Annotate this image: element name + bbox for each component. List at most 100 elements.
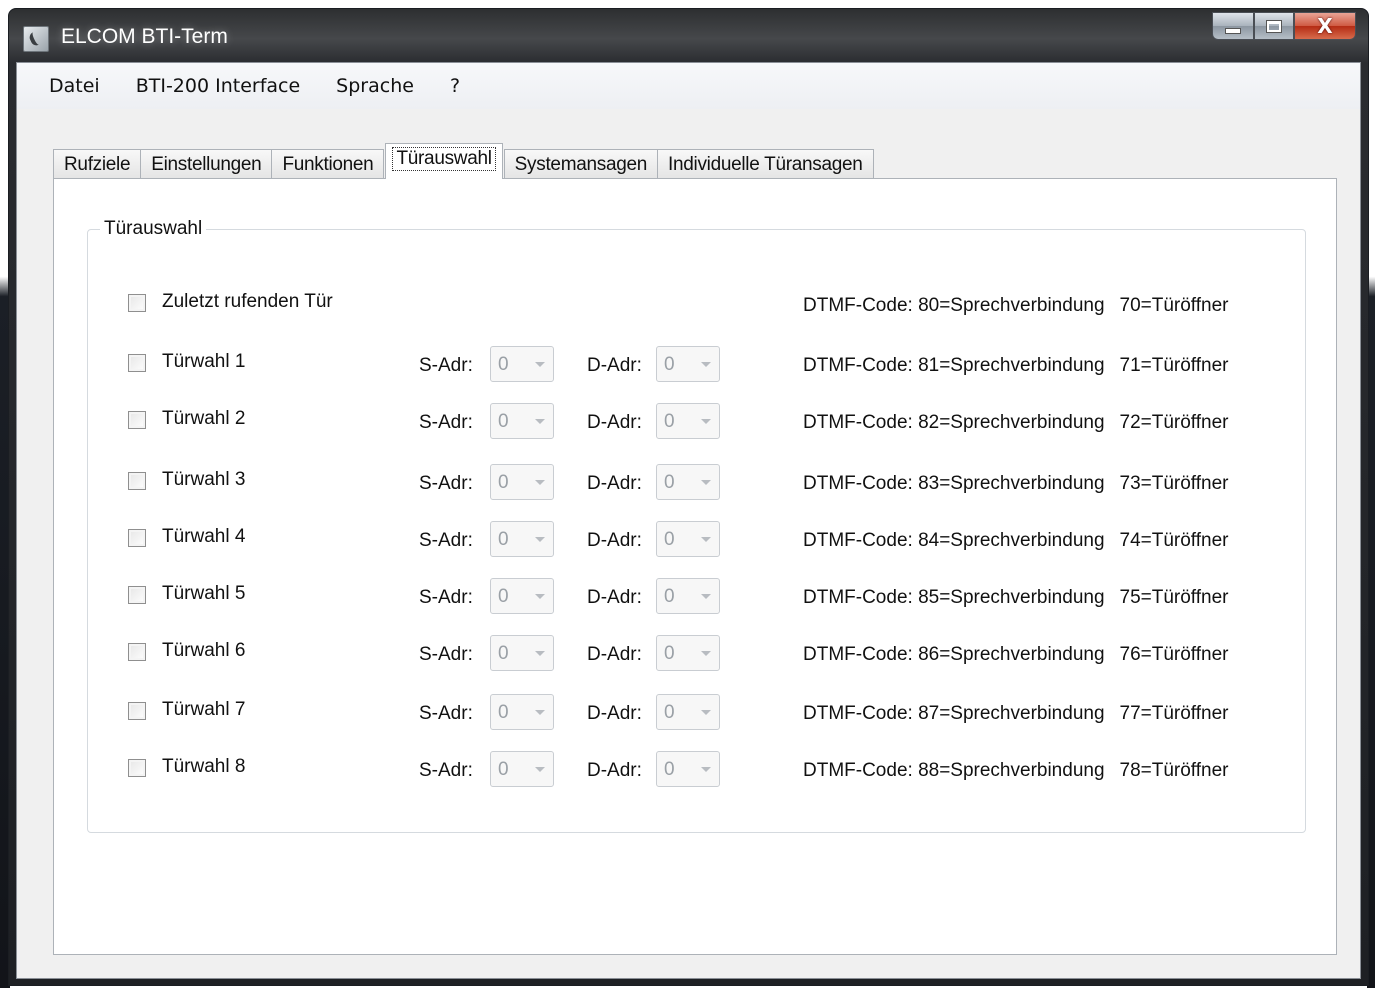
d-adr-value: 0 bbox=[664, 759, 675, 780]
chevron-down-icon bbox=[701, 419, 711, 424]
menu-sprache[interactable]: Sprache bbox=[316, 75, 430, 97]
window-controls: X bbox=[1212, 12, 1356, 40]
s-adr-label: S-Adr: bbox=[419, 530, 473, 551]
tab-panel-tuerauswahl: Türauswahl Zuletzt rufenden Tür DTMF-Cod… bbox=[53, 178, 1337, 955]
s-adr-combobox[interactable]: 0 bbox=[490, 751, 554, 787]
s-adr-combobox[interactable]: 0 bbox=[490, 346, 554, 382]
dtmf-open-code: 70=Türöffner bbox=[1119, 295, 1229, 316]
d-adr-label: D-Adr: bbox=[587, 412, 642, 433]
tab-systemansagen[interactable]: Systemansagen bbox=[503, 149, 659, 179]
d-adr-label: D-Adr: bbox=[587, 587, 642, 608]
chevron-down-icon bbox=[535, 710, 545, 715]
dtmf-info: DTMF-Code: 87=Sprechverbindung 77=Türöffn… bbox=[803, 703, 1229, 725]
dtmf-open-code: 77=Türöffner bbox=[1119, 703, 1229, 724]
d-adr-combobox[interactable]: 0 bbox=[656, 635, 720, 671]
door-label[interactable]: Türwahl 5 bbox=[162, 583, 245, 605]
menu-bar: Datei BTI-200 Interface Sprache ? bbox=[17, 63, 1360, 109]
chevron-down-icon bbox=[535, 419, 545, 424]
phone-app-icon[interactable] bbox=[23, 26, 49, 52]
door-label[interactable]: Türwahl 4 bbox=[162, 526, 245, 548]
s-adr-value: 0 bbox=[498, 472, 509, 493]
d-adr-label: D-Adr: bbox=[587, 530, 642, 551]
dtmf-open-code: 72=Türöffner bbox=[1119, 412, 1229, 433]
door-select-row: Türwahl 4 S-Adr: 0 D-Adr: 0 DTMF-Code: 84=Spr… bbox=[88, 521, 1305, 557]
s-adr-label: S-Adr: bbox=[419, 355, 473, 376]
d-adr-value: 0 bbox=[664, 586, 675, 607]
tab-strip: Rufziele Einstellungen Funktionen Türaus… bbox=[53, 143, 874, 179]
door-checkbox[interactable] bbox=[128, 354, 146, 372]
s-adr-value: 0 bbox=[498, 586, 509, 607]
dtmf-info: DTMF-Code: 85=Sprechverbindung 75=Türöffn… bbox=[803, 587, 1229, 609]
s-adr-value: 0 bbox=[498, 354, 509, 375]
dtmf-info: DTMF-Code: 80=Sprechverbindung 70=Türöffn… bbox=[803, 295, 1229, 317]
last-caller-label[interactable]: Zuletzt rufenden Tür bbox=[162, 291, 333, 313]
s-adr-combobox[interactable]: 0 bbox=[490, 635, 554, 671]
door-label[interactable]: Türwahl 6 bbox=[162, 640, 245, 662]
door-label[interactable]: Türwahl 1 bbox=[162, 351, 245, 373]
tab-rufziele[interactable]: Rufziele bbox=[53, 149, 142, 179]
door-checkbox[interactable] bbox=[128, 759, 146, 777]
door-checkbox[interactable] bbox=[128, 472, 146, 490]
door-label[interactable]: Türwahl 7 bbox=[162, 699, 245, 721]
door-checkbox[interactable] bbox=[128, 529, 146, 547]
menu-help[interactable]: ? bbox=[430, 75, 476, 97]
dtmf-talk-code: DTMF-Code: 87=Sprechverbindung bbox=[803, 703, 1105, 724]
d-adr-value: 0 bbox=[664, 702, 675, 723]
door-select-row: Türwahl 5 S-Adr: 0 D-Adr: 0 DTMF-Code: 85=Spr… bbox=[88, 578, 1305, 614]
s-adr-label: S-Adr: bbox=[419, 760, 473, 781]
s-adr-value: 0 bbox=[498, 643, 509, 664]
d-adr-combobox[interactable]: 0 bbox=[656, 578, 720, 614]
door-checkbox[interactable] bbox=[128, 702, 146, 720]
menu-bti-200-interface[interactable]: BTI-200 Interface bbox=[116, 75, 316, 97]
d-adr-value: 0 bbox=[664, 529, 675, 550]
d-adr-combobox[interactable]: 0 bbox=[656, 521, 720, 557]
dtmf-open-code: 78=Türöffner bbox=[1119, 760, 1229, 781]
tab-einstellungen[interactable]: Einstellungen bbox=[140, 149, 273, 179]
d-adr-combobox[interactable]: 0 bbox=[656, 346, 720, 382]
dtmf-talk-code: DTMF-Code: 85=Sprechverbindung bbox=[803, 587, 1105, 608]
last-caller-checkbox[interactable] bbox=[128, 294, 146, 312]
s-adr-label: S-Adr: bbox=[419, 703, 473, 724]
s-adr-combobox[interactable]: 0 bbox=[490, 464, 554, 500]
d-adr-label: D-Adr: bbox=[587, 473, 642, 494]
s-adr-label: S-Adr: bbox=[419, 473, 473, 494]
tab-tuerauswahl[interactable]: Türauswahl bbox=[385, 143, 503, 179]
d-adr-combobox[interactable]: 0 bbox=[656, 403, 720, 439]
minimize-icon bbox=[1225, 28, 1241, 34]
door-select-row: Türwahl 8 S-Adr: 0 D-Adr: 0 DTMF-Code: 88=Spr… bbox=[88, 751, 1305, 787]
door-label[interactable]: Türwahl 3 bbox=[162, 469, 245, 491]
s-adr-combobox[interactable]: 0 bbox=[490, 521, 554, 557]
chevron-down-icon bbox=[701, 480, 711, 485]
last-caller-row: Zuletzt rufenden Tür DTMF-Code: 80=Sprec… bbox=[88, 291, 1305, 321]
d-adr-value: 0 bbox=[664, 411, 675, 432]
d-adr-value: 0 bbox=[664, 354, 675, 375]
chevron-down-icon bbox=[535, 537, 545, 542]
d-adr-combobox[interactable]: 0 bbox=[656, 751, 720, 787]
title-bar[interactable]: ELCOM BTI-Term X bbox=[9, 9, 1368, 61]
d-adr-combobox[interactable]: 0 bbox=[656, 694, 720, 730]
d-adr-combobox[interactable]: 0 bbox=[656, 464, 720, 500]
s-adr-combobox[interactable]: 0 bbox=[490, 403, 554, 439]
dtmf-talk-code: DTMF-Code: 81=Sprechverbindung bbox=[803, 355, 1105, 376]
minimize-button[interactable] bbox=[1212, 12, 1254, 40]
client-area: Datei BTI-200 Interface Sprache ? Rufzie… bbox=[16, 62, 1361, 979]
s-adr-combobox[interactable]: 0 bbox=[490, 578, 554, 614]
group-tuerauswahl: Türauswahl Zuletzt rufenden Tür DTMF-Cod… bbox=[87, 218, 1306, 833]
menu-datei[interactable]: Datei bbox=[29, 75, 116, 97]
maximize-button[interactable] bbox=[1254, 12, 1294, 40]
d-adr-label: D-Adr: bbox=[587, 644, 642, 665]
door-checkbox[interactable] bbox=[128, 643, 146, 661]
tab-funktionen[interactable]: Funktionen bbox=[271, 149, 385, 179]
door-checkbox[interactable] bbox=[128, 586, 146, 604]
door-label[interactable]: Türwahl 8 bbox=[162, 756, 245, 778]
s-adr-combobox[interactable]: 0 bbox=[490, 694, 554, 730]
close-icon: X bbox=[1317, 14, 1333, 38]
door-checkbox[interactable] bbox=[128, 411, 146, 429]
dtmf-info: DTMF-Code: 86=Sprechverbindung 76=Türöffn… bbox=[803, 644, 1229, 666]
s-adr-value: 0 bbox=[498, 702, 509, 723]
dtmf-info: DTMF-Code: 82=Sprechverbindung 72=Türöffn… bbox=[803, 412, 1229, 434]
close-button[interactable]: X bbox=[1294, 12, 1356, 40]
maximize-icon bbox=[1266, 19, 1282, 33]
door-label[interactable]: Türwahl 2 bbox=[162, 408, 245, 430]
tab-individuelle-tueransagen[interactable]: Individuelle Türansagen bbox=[657, 149, 874, 179]
